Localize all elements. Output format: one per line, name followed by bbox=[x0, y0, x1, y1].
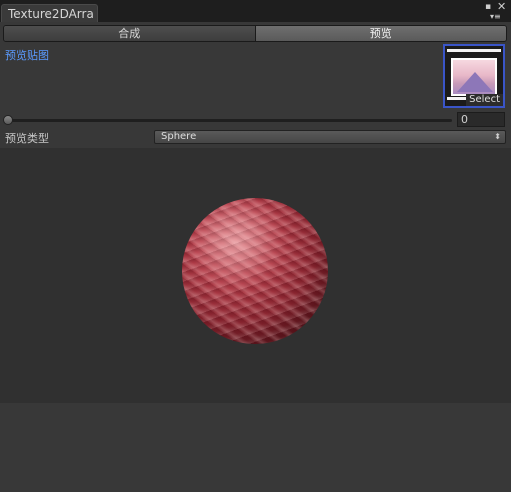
select-button[interactable]: Select bbox=[466, 94, 503, 106]
window-titlebar: Texture2DArra ▪ ✕ ▾≡ bbox=[0, 0, 511, 22]
mode-toolbar: 合成 预览 bbox=[3, 25, 507, 42]
editor-window-content: 合成 预览 预览贴图 Select 0 预览类型 Sphere ⬍ bbox=[0, 22, 511, 492]
thumb-bar-top bbox=[447, 49, 501, 52]
mountain-image-icon bbox=[457, 72, 493, 92]
preview-type-dropdown[interactable]: Sphere ⬍ bbox=[154, 130, 506, 144]
preview-type-label: 预览类型 bbox=[5, 132, 49, 145]
tab-preview[interactable]: 预览 bbox=[254, 26, 506, 41]
preview-texture-label: 预览贴图 bbox=[5, 49, 49, 62]
tab-compose[interactable]: 合成 bbox=[4, 26, 255, 41]
maximize-icon[interactable]: ▪ bbox=[485, 3, 491, 12]
dropdown-selected-value: Sphere bbox=[161, 131, 197, 142]
slider-thumb[interactable] bbox=[3, 115, 13, 125]
close-icon[interactable]: ✕ bbox=[497, 1, 506, 12]
slider-track[interactable] bbox=[6, 119, 452, 122]
texture-object-field[interactable]: Select bbox=[443, 44, 505, 108]
thumb-bar-bottom bbox=[447, 97, 467, 100]
menu-icon[interactable]: ▾≡ bbox=[490, 12, 501, 21]
slider-value-field[interactable]: 0 bbox=[457, 112, 505, 127]
dropdown-arrows-icon: ⬍ bbox=[494, 132, 501, 141]
texture-thumbnail bbox=[451, 58, 497, 96]
preview-area[interactable] bbox=[0, 148, 511, 403]
sphere-highlight bbox=[182, 198, 328, 344]
window-tab[interactable]: Texture2DArra bbox=[1, 4, 98, 22]
preview-sphere bbox=[182, 198, 328, 344]
